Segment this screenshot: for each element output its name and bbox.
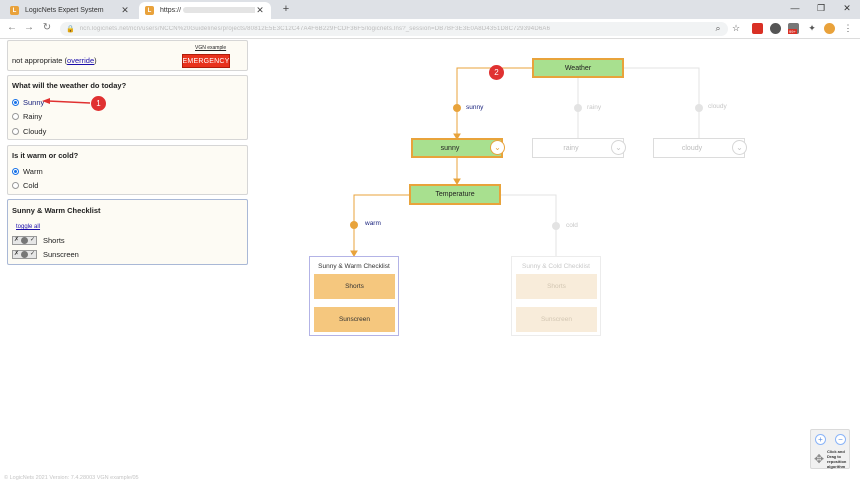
callout-arrow-line [47, 100, 91, 104]
drag-help-text: Click and Drag to reposition algorithm [827, 449, 847, 469]
zoom-out-button[interactable]: − [835, 434, 846, 445]
move-drag-icon[interactable]: ✥ [814, 452, 824, 466]
zoom-control-widget: + − ✥ Click and Drag to reposition algor… [810, 429, 850, 469]
zoom-in-button[interactable]: + [815, 434, 826, 445]
footer-version-text: © LogicNets 2021 Version: 7.4.28003 VGN … [4, 475, 139, 481]
callout-arrowhead-icon [42, 98, 50, 104]
callout-badge-1: 1 [91, 96, 106, 111]
callout-arrow-layer [42, 98, 91, 104]
callout-badge-2: 2 [489, 65, 504, 80]
